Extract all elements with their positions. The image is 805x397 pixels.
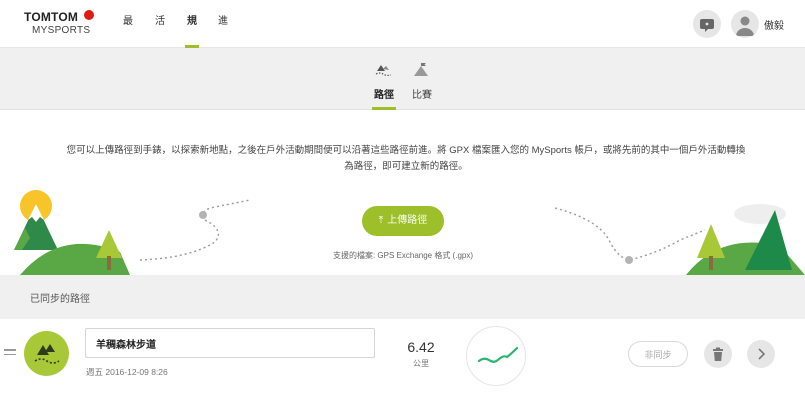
nav-item-plan[interactable]: 規劃: [185, 0, 199, 71]
logo-main-text: TOMTOM: [24, 10, 79, 24]
help-bubble-icon: [700, 19, 714, 32]
help-button[interactable]: [693, 10, 721, 38]
route-name-input[interactable]: [85, 328, 375, 358]
trash-icon: [713, 347, 723, 361]
tab-races[interactable]: 比賽: [402, 48, 442, 110]
user-icon: [736, 16, 754, 36]
synced-routes-title: 已同步的路徑: [30, 294, 90, 305]
logo-dot: [84, 10, 94, 20]
unsync-button[interactable]: 非同步: [628, 341, 688, 367]
supported-formats-text: 支援的檔案: GPS Exchange 格式 (.gpx): [332, 251, 474, 260]
route-type-icon: [24, 331, 69, 376]
left-dotted-trail: [139, 199, 251, 261]
planning-subnav: 路徑 比賽: [0, 48, 805, 110]
drag-handle-icon[interactable]: [4, 349, 16, 357]
route-distance-unit: 公里: [413, 359, 429, 368]
nav-item-progress[interactable]: 進度: [218, 0, 228, 71]
route-date: 週五 2016-12-09 8:26: [86, 367, 168, 377]
race-icon: [414, 63, 428, 76]
synced-routes-header: [0, 275, 805, 319]
chevron-right-icon: [758, 348, 766, 360]
tab-routes-label: 路徑: [374, 90, 394, 101]
delete-button[interactable]: [704, 340, 732, 368]
open-route-button[interactable]: [747, 340, 775, 368]
route-map-thumbnail[interactable]: [466, 326, 526, 386]
upload-icon: ⤒: [378, 215, 384, 226]
routes-icon: [375, 65, 392, 76]
route-distance-value: 6.42: [407, 339, 435, 355]
route-track: [477, 346, 519, 363]
tab-routes[interactable]: 路徑: [364, 48, 404, 110]
username[interactable]: 傲毅: [764, 17, 784, 32]
routes-intro-text: 您可以上傳路徑到手錶，以探索新地點，之後在戶外活動期間便可以沿著這些路徑前進。將…: [66, 145, 746, 172]
right-landscape: [686, 204, 805, 275]
avatar[interactable]: [731, 10, 759, 38]
top-header: TOMTOM MYSPORTS 最新 活動 規劃 進度 傲毅: [0, 0, 805, 71]
left-landscape: [14, 190, 130, 275]
nav-item-activities[interactable]: 活動: [155, 0, 165, 71]
upload-route-label: 上傳路徑: [387, 215, 428, 226]
right-dotted-trail: [554, 207, 706, 261]
logo-sub-text: MYSPORTS: [32, 25, 91, 36]
nav-item-latest[interactable]: 最新: [123, 0, 133, 71]
tomtom-mysports-logo[interactable]: TOMTOM MYSPORTS: [24, 8, 102, 40]
upload-route-button[interactable]: ⤒ 上傳路徑: [362, 206, 444, 236]
tab-races-label: 比賽: [412, 90, 432, 101]
